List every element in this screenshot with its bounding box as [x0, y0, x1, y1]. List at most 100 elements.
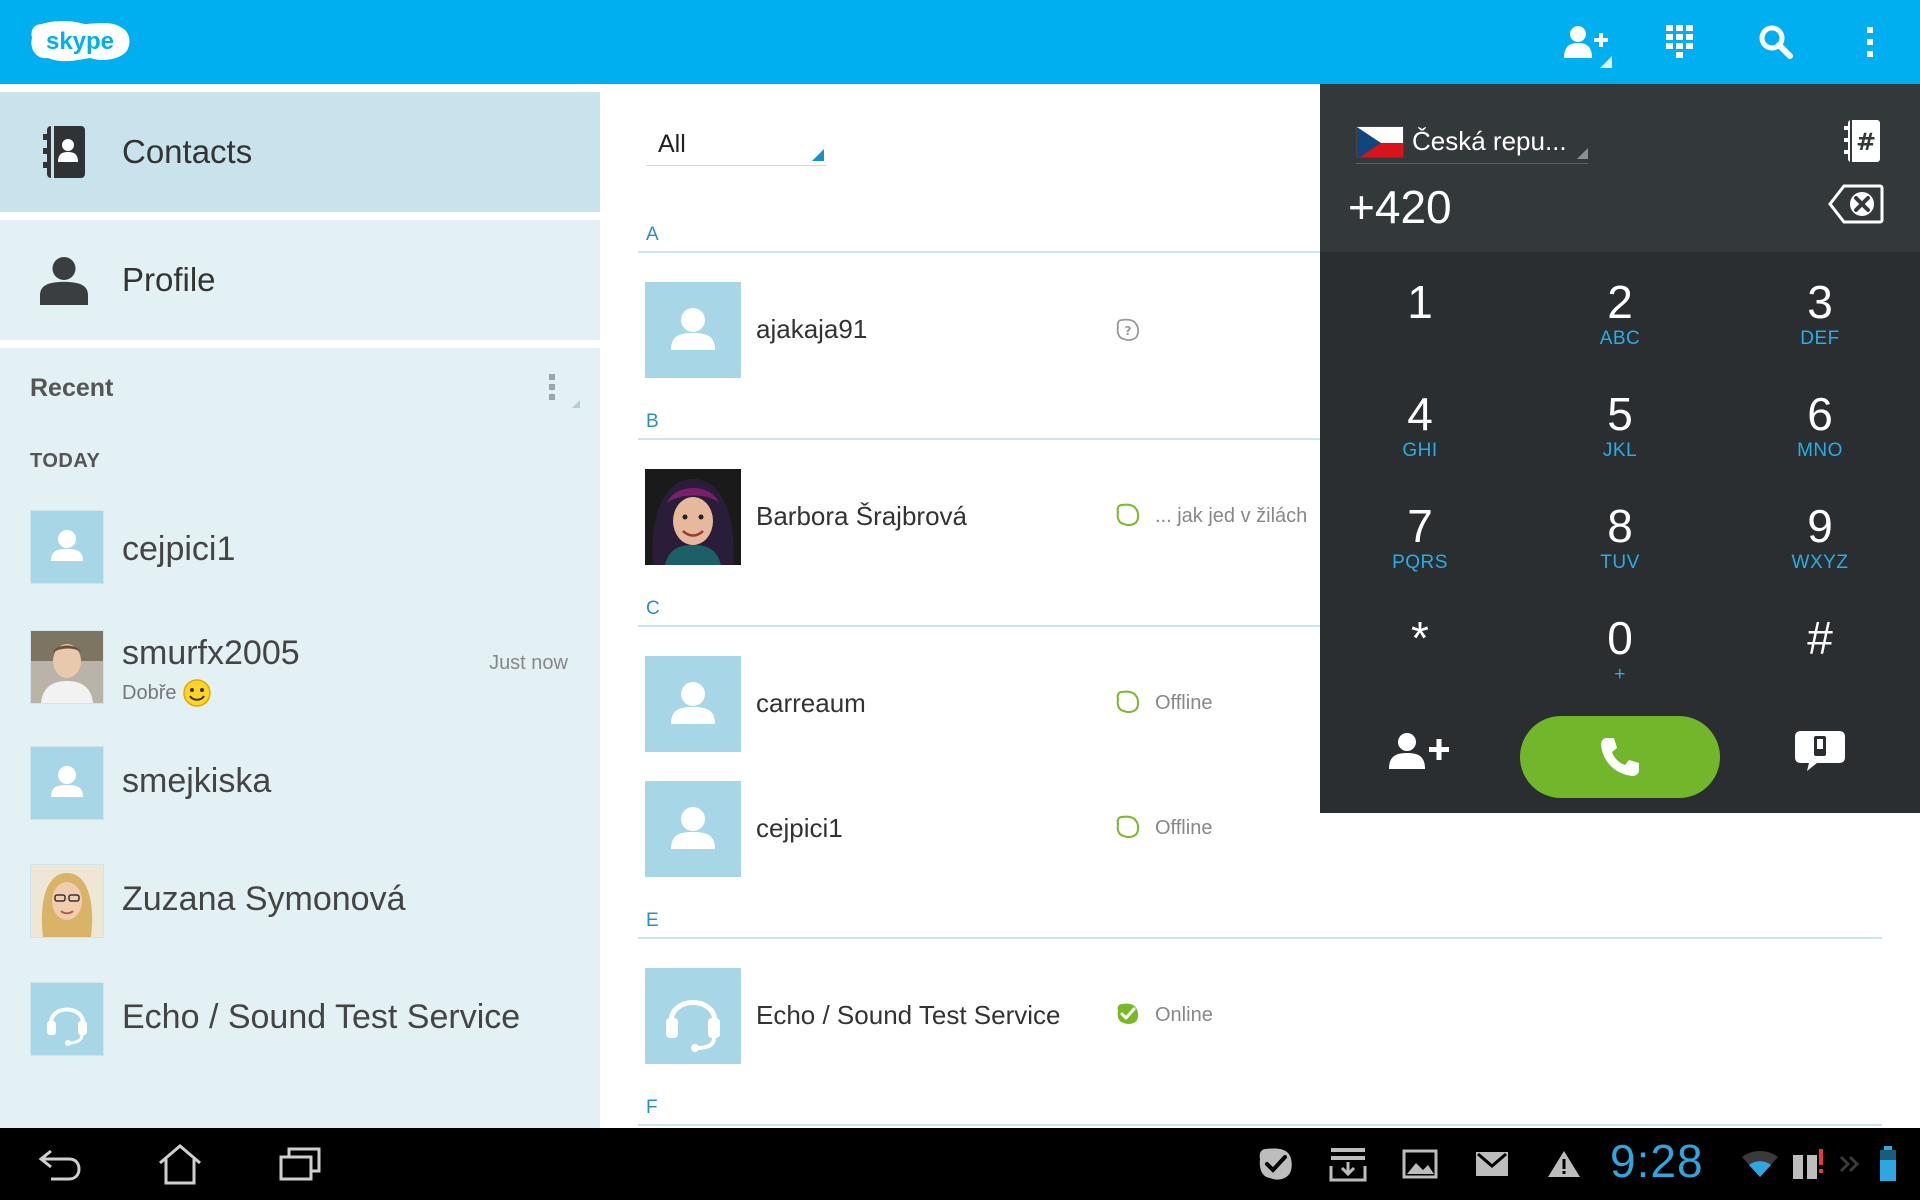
download-notification-icon: [1326, 1144, 1370, 1184]
dialpad-add-contact-button[interactable]: [1380, 716, 1460, 786]
user-photo: [645, 469, 741, 565]
avatar: [30, 982, 104, 1056]
default-avatar-icon: [671, 807, 715, 849]
dialpad-button[interactable]: [1650, 16, 1710, 68]
section-divider: [638, 251, 1320, 253]
avatar: [30, 510, 104, 584]
section-header: B: [646, 411, 659, 432]
dial-key-3[interactable]: 3 DEF: [1720, 252, 1920, 364]
contact-status-text: Online: [1155, 1004, 1213, 1026]
warning-notification-icon: [1542, 1144, 1586, 1184]
dial-key-8[interactable]: 8 TUV: [1520, 476, 1720, 588]
svg-text:?: ?: [1125, 324, 1132, 338]
user-photo: [31, 865, 103, 937]
svg-text:skype: skype: [46, 28, 114, 55]
nav-profile[interactable]: Profile: [0, 220, 600, 340]
dial-key-letters: TUV: [1600, 552, 1640, 573]
overflow-menu-icon: [549, 374, 580, 408]
recent-item[interactable]: Zuzana Symonová: [0, 864, 600, 964]
contact-filter-select[interactable]: All: [646, 122, 826, 166]
recent-item-name: Zuzana Symonová: [122, 880, 406, 918]
recent-item[interactable]: cejpici1: [0, 510, 600, 610]
section-header: E: [646, 910, 659, 931]
dial-key-letters: ABC: [1599, 328, 1641, 349]
pending-status-icon: ?: [1116, 318, 1139, 341]
smiley-emoticon-icon: [183, 679, 212, 707]
contact-row[interactable]: carreaum Offline: [638, 656, 1320, 766]
offline-status-icon: [1116, 690, 1140, 713]
recent-item-name: smurfx2005: [122, 634, 300, 672]
dial-key-7[interactable]: 7 PQRS: [1320, 476, 1520, 588]
contact-name: Echo / Sound Test Service: [756, 1000, 1061, 1030]
dial-key-letters: GHI: [1402, 440, 1438, 461]
section-divider: [638, 625, 1320, 627]
recent-item-name: cejpici1: [122, 530, 236, 568]
dialpad-icon: [1666, 25, 1693, 58]
contact-name: carreaum: [756, 688, 866, 718]
contact-status-text: ... jak jed v žilách: [1155, 505, 1308, 527]
add-contact-button[interactable]: [1556, 16, 1616, 68]
contact-row[interactable]: cejpici1 Offline: [638, 781, 1320, 891]
czech-flag-icon: [1356, 126, 1404, 158]
sms-message-icon: [1795, 731, 1845, 771]
section-divider: [638, 438, 1320, 440]
recent-item[interactable]: smejkiska: [0, 746, 600, 846]
skype-notification-icon: [1254, 1144, 1298, 1184]
dial-key-1[interactable]: 1: [1320, 252, 1520, 364]
country-select[interactable]: Česká repu...: [1356, 122, 1588, 164]
back-button[interactable]: [24, 1138, 96, 1190]
dial-key-4[interactable]: 4 GHI: [1320, 364, 1520, 476]
sms-button[interactable]: [1780, 716, 1860, 786]
dial-key-letters: WXYZ: [1791, 552, 1849, 573]
action-bar: skype: [0, 0, 1920, 84]
backspace-button[interactable]: [1828, 184, 1884, 224]
recent-menu-button[interactable]: [540, 368, 580, 408]
dial-key-0[interactable]: 0 +: [1520, 588, 1720, 700]
nav-contacts[interactable]: Contacts: [0, 92, 600, 212]
dialpad-header: Česká repu... # +420: [1320, 84, 1920, 252]
default-avatar-icon: [51, 766, 83, 797]
dial-key-digit: #: [1807, 612, 1833, 664]
divider: [0, 212, 600, 220]
contact-row[interactable]: ajakaja91 ?: [638, 282, 1320, 392]
home-icon: [159, 1144, 201, 1185]
recent-item[interactable]: smurfx2005 Just now Dobře: [0, 630, 600, 730]
dial-key-digit: 3: [1807, 276, 1833, 328]
search-button[interactable]: [1746, 16, 1806, 68]
dial-key-digit: 9: [1807, 500, 1833, 552]
search-icon: [1759, 25, 1793, 59]
contact-row[interactable]: Echo / Sound Test Service Online: [638, 968, 1882, 1078]
nav-contacts-label: Contacts: [122, 133, 253, 170]
section-header: C: [646, 598, 660, 619]
skype-logo: skype: [31, 21, 130, 62]
wifi-icon: [1738, 1144, 1782, 1184]
dial-key-digit: 6: [1807, 388, 1833, 440]
dialpad-contacts-button[interactable]: #: [1844, 120, 1880, 162]
avatar: [30, 630, 104, 704]
home-button[interactable]: [144, 1138, 216, 1190]
recent-apps-button[interactable]: [264, 1138, 336, 1190]
system-navigation-bar: 9:28: [0, 1128, 1920, 1200]
dial-key-6[interactable]: 6 MNO: [1720, 364, 1920, 476]
dial-key-digit: 5: [1607, 388, 1633, 440]
call-button[interactable]: [1520, 716, 1720, 798]
dial-key-digit: *: [1411, 612, 1429, 664]
contact-filter-value: All: [658, 130, 686, 158]
avatar: [645, 656, 741, 752]
recent-item[interactable]: Echo / Sound Test Service: [0, 982, 600, 1082]
dial-key-hash[interactable]: #: [1720, 588, 1920, 700]
dial-key-9[interactable]: 9 WXYZ: [1720, 476, 1920, 588]
avatar: [645, 469, 741, 565]
overflow-menu-button[interactable]: [1840, 16, 1900, 68]
recent-item-name: smejkiska: [122, 762, 272, 800]
dial-key-2[interactable]: 2 ABC: [1520, 252, 1720, 364]
person-icon: [40, 252, 88, 308]
dial-key-star[interactable]: *: [1320, 588, 1520, 700]
dial-key-letters: MNO: [1797, 440, 1843, 461]
dial-key-digit: 8: [1607, 500, 1633, 552]
section-header: A: [646, 224, 659, 245]
svg-text:#: #: [1856, 128, 1876, 156]
dial-key-5[interactable]: 5 JKL: [1520, 364, 1720, 476]
recent-item-name: Echo / Sound Test Service: [122, 998, 521, 1036]
contact-row[interactable]: Barbora Šrajbrová ... jak jed v žilách: [638, 469, 1320, 579]
